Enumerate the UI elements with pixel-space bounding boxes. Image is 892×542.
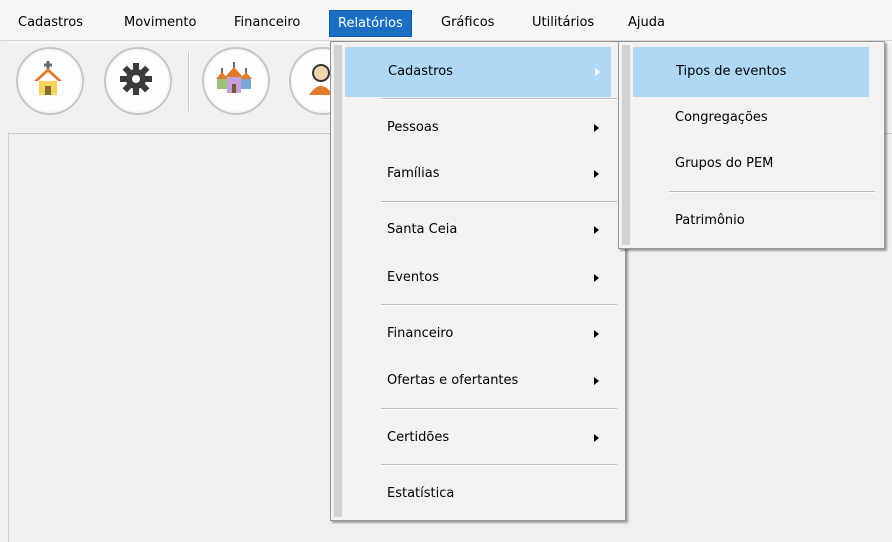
menu-separator xyxy=(381,464,617,466)
submenuitem-tipos-de-eventos[interactable]: Tipos de eventos xyxy=(633,47,869,97)
menuitem-financeiro[interactable]: Financeiro xyxy=(345,310,609,358)
menuitem-label: Famílias xyxy=(387,166,440,181)
menuitem-cadastros[interactable]: Cadastros xyxy=(345,47,611,97)
menu-separator xyxy=(381,408,617,410)
menuitem-certidoes[interactable]: Certidões xyxy=(345,414,609,462)
submenuitem-label: Grupos do PEM xyxy=(675,156,774,171)
toolbar-button-church[interactable] xyxy=(16,47,84,115)
churches-icon xyxy=(216,62,252,93)
menu-cadastros[interactable]: Cadastros xyxy=(10,10,91,36)
toolbar-button-settings[interactable] xyxy=(104,47,172,115)
menuitem-label: Santa Ceia xyxy=(387,222,458,237)
menu-separator xyxy=(381,304,617,306)
menu-movimento[interactable]: Movimento xyxy=(116,10,204,36)
submenu-arrow-icon xyxy=(594,274,599,282)
toolbar-separator xyxy=(188,51,190,111)
menuitem-label: Estatística xyxy=(387,486,455,501)
menuitem-label: Certidões xyxy=(387,430,450,445)
submenu-arrow-icon xyxy=(595,68,600,76)
workspace-edge xyxy=(8,132,9,542)
menu-bar: Cadastros Movimento Financeiro Relatório… xyxy=(0,0,892,41)
menu-gutter xyxy=(334,45,342,517)
menu-relatorios[interactable]: Relatórios xyxy=(329,10,412,37)
submenuitem-label: Tipos de eventos xyxy=(676,64,787,79)
submenu-arrow-icon xyxy=(594,124,599,132)
menuitem-label: Ofertas e ofertantes xyxy=(387,373,519,388)
menu-gutter xyxy=(622,45,630,245)
submenuitem-patrimonio[interactable]: Patrimônio xyxy=(633,197,867,245)
menuitem-eventos[interactable]: Eventos xyxy=(345,254,609,302)
submenu-arrow-icon xyxy=(594,226,599,234)
submenuitem-label: Patrimônio xyxy=(675,213,745,228)
relatorios-dropdown: Cadastros Pessoas Famílias Santa Ceia Ev… xyxy=(330,41,626,521)
menu-financeiro[interactable]: Financeiro xyxy=(226,10,308,36)
submenu-arrow-icon xyxy=(594,170,599,178)
menu-separator xyxy=(381,201,617,203)
menuitem-familias[interactable]: Famílias xyxy=(345,150,609,198)
menuitem-estatistica[interactable]: Estatística xyxy=(345,470,609,518)
menuitem-label: Pessoas xyxy=(387,120,439,135)
submenu-arrow-icon xyxy=(594,330,599,338)
cadastros-submenu: Tipos de eventos Congregações Grupos do … xyxy=(618,41,885,249)
submenuitem-congregacoes[interactable]: Congregações xyxy=(633,94,867,142)
menuitem-santa-ceia[interactable]: Santa Ceia xyxy=(345,206,609,254)
menu-utilitarios[interactable]: Utilitários xyxy=(524,10,602,36)
church-icon xyxy=(34,61,62,95)
menu-graficos[interactable]: Gráficos xyxy=(433,10,502,36)
submenuitem-grupos-pem[interactable]: Grupos do PEM xyxy=(633,140,867,188)
menuitem-pessoas[interactable]: Pessoas xyxy=(345,104,609,152)
menu-separator xyxy=(381,98,617,100)
toolbar-button-congregations[interactable] xyxy=(202,47,270,115)
menuitem-ofertas[interactable]: Ofertas e ofertantes xyxy=(345,357,609,405)
menuitem-label: Financeiro xyxy=(387,326,454,341)
submenu-arrow-icon xyxy=(594,434,599,442)
submenu-arrow-icon xyxy=(594,377,599,385)
submenuitem-label: Congregações xyxy=(675,110,768,125)
menu-separator xyxy=(669,191,875,193)
menu-ajuda[interactable]: Ajuda xyxy=(620,10,673,36)
gear-icon xyxy=(120,63,152,95)
menuitem-label: Cadastros xyxy=(388,64,453,79)
menuitem-label: Eventos xyxy=(387,270,439,285)
